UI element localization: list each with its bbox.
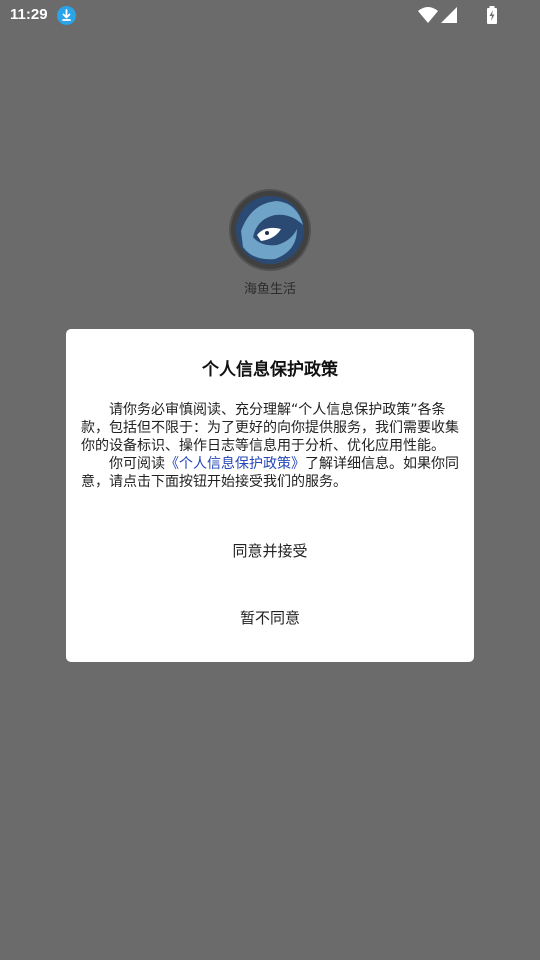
app-name: 海鱼生活 (243, 282, 296, 297)
wifi-icon (418, 6, 438, 28)
dialog-body: 请你务必审慎阅读、充分理解“个人信息保护政策”各条款，包括但不限于：为了更好的向… (81, 401, 459, 491)
signal-icon (440, 6, 458, 28)
battery-icon (486, 6, 498, 28)
privacy-dialog: 个人信息保护政策 请你务必审慎阅读、充分理解“个人信息保护政策”各条款，包括但不… (66, 329, 474, 662)
dialog-paragraph-1: 请你务必审慎阅读、充分理解“个人信息保护政策”各条款，包括但不限于：为了更好的向… (81, 402, 459, 454)
agree-button[interactable]: 同意并接受 (66, 533, 474, 569)
disagree-button[interactable]: 暂不同意 (66, 600, 474, 636)
paragraph-2-prefix: 你可阅读 (109, 456, 165, 472)
download-icon (57, 6, 76, 25)
privacy-policy-link[interactable]: 《个人信息保护政策》 (165, 456, 305, 472)
fish-logo-icon (229, 189, 311, 271)
status-time: 11:29 (10, 6, 48, 23)
status-bar: 11:29 (0, 0, 540, 32)
dialog-title: 个人信息保护政策 (202, 360, 338, 380)
dialog-paragraph-2: 你可阅读《个人信息保护政策》了解详细信息。如果你同意，请点击下面按钮开始接受我们… (81, 455, 459, 491)
